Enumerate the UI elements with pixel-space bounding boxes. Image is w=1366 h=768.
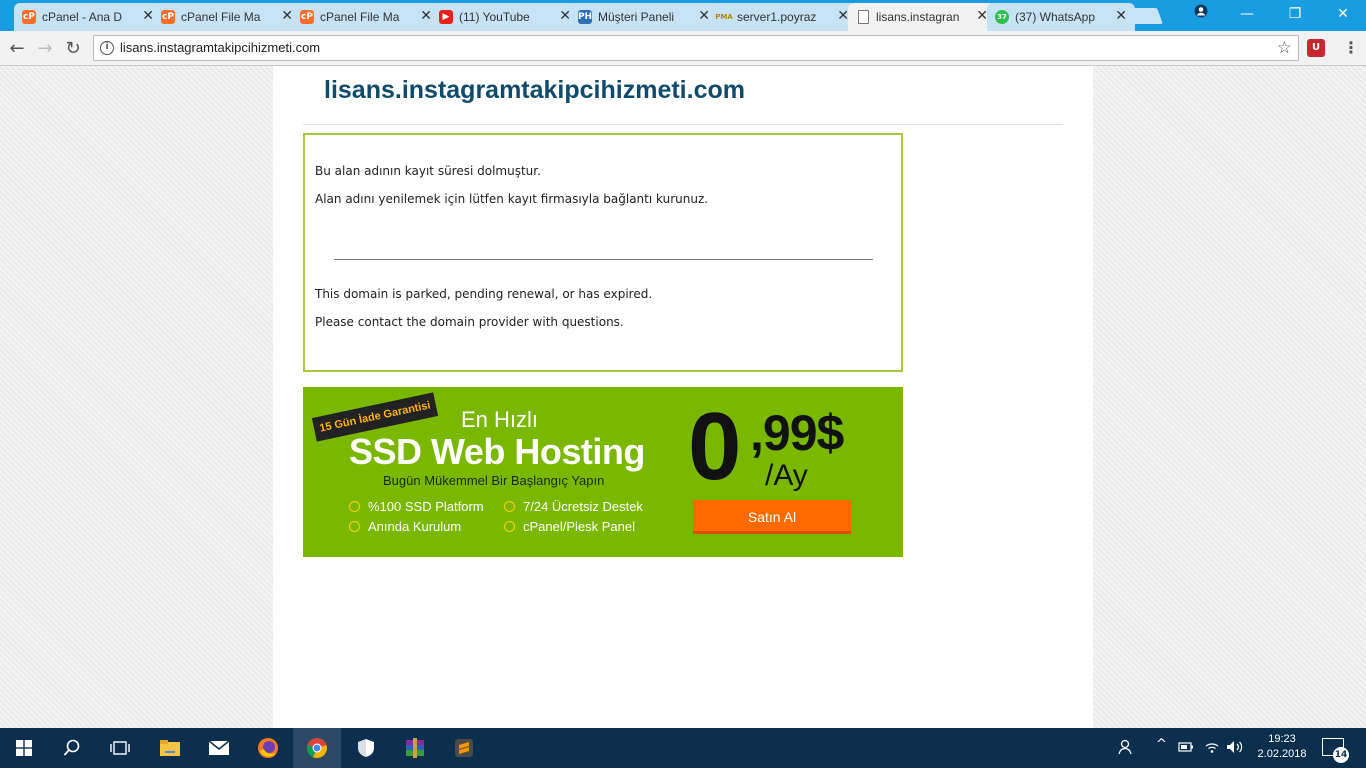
cpanel-icon: cP (22, 10, 36, 24)
check-circle-icon (349, 521, 360, 532)
back-icon[interactable]: ← (6, 38, 28, 60)
tab-phpmyadmin[interactable]: PMA server1.poyraz ✕ (709, 3, 857, 31)
feature-label: %100 SSD Platform (368, 499, 484, 514)
show-hidden-icons-icon[interactable]: ^ (1156, 737, 1167, 752)
clock-time: 19:23 (1268, 733, 1296, 745)
page-content: lisans.instagramtakipcihizmeti.com Bu al… (273, 66, 1093, 728)
browser-toolbar: ← → ↻ i lisans.instagramtakipcihizmeti.c… (0, 31, 1366, 66)
tab-lisans-instagram[interactable]: lisans.instagran ✕ (848, 3, 996, 31)
address-text[interactable]: lisans.instagramtakipcihizmeti.com (120, 40, 320, 55)
phpmyadmin-icon: PMA (715, 13, 733, 21)
address-bar[interactable]: i lisans.instagramtakipcihizmeti.com ☆ (93, 35, 1299, 61)
banner-subline: Bugün Mükemmel Bir Başlangıç Yapın (383, 473, 605, 488)
whatsapp-icon: 37 (995, 10, 1009, 24)
check-circle-icon (504, 521, 515, 532)
tab-title: (11) YouTube (459, 10, 530, 24)
chrome-icon[interactable] (293, 728, 341, 768)
site-info-icon[interactable]: i (100, 41, 114, 55)
windows-taskbar: ^ 19:23 2.02.2018 14 (0, 728, 1366, 768)
tab-title: cPanel - Ana D (42, 10, 123, 24)
forward-icon[interactable]: → (34, 38, 56, 60)
wifi-icon[interactable] (1204, 740, 1220, 758)
bookmark-star-icon[interactable]: ☆ (1277, 38, 1292, 58)
windows-start-icon[interactable] (0, 728, 48, 768)
minimize-icon[interactable]: — (1232, 4, 1262, 24)
restore-icon[interactable]: ❐ (1280, 4, 1310, 24)
winrar-icon[interactable] (391, 728, 439, 768)
sublime-text-icon[interactable] (440, 728, 488, 768)
people-icon[interactable] (1118, 738, 1136, 760)
windows-defender-icon[interactable] (342, 728, 390, 768)
profile-icon[interactable] (1186, 4, 1216, 24)
tab-title: server1.poyraz (737, 10, 817, 24)
notice-en-line1: This domain is parked, pending renewal, … (315, 287, 653, 301)
document-icon (858, 10, 869, 24)
price-cents: ,99$ (750, 405, 844, 461)
cpanel-icon: cP (300, 10, 314, 24)
search-icon[interactable] (48, 728, 96, 768)
reload-icon[interactable]: ↻ (62, 38, 84, 60)
menu-icon[interactable]: ⋮ (1343, 39, 1359, 57)
youtube-icon: ▶ (439, 10, 453, 24)
notice-tr-line1: Bu alan adının kayıt süresi dolmuştur. (315, 164, 541, 178)
battery-icon[interactable] (1178, 741, 1194, 757)
check-circle-icon (504, 501, 515, 512)
tab-title: Müşteri Paneli (598, 10, 675, 24)
tab-cpanel-file-manager-2[interactable]: cP cPanel File Ma ✕ (292, 3, 440, 31)
close-window-icon[interactable]: ✕ (1328, 4, 1358, 24)
task-view-icon[interactable] (96, 728, 144, 768)
tab-youtube[interactable]: ▶ (11) YouTube ✕ (431, 3, 579, 31)
buy-button[interactable]: Satın Al (693, 500, 851, 534)
price-whole: 0 (688, 393, 741, 500)
volume-icon[interactable] (1226, 740, 1244, 758)
clock-date: 2.02.2018 (1257, 748, 1307, 760)
ph-icon: PH (577, 10, 593, 24)
tab-cpanel-home[interactable]: cP cPanel - Ana D ✕ (14, 3, 162, 31)
page-viewport: lisans.instagramtakipcihizmeti.com Bu al… (0, 66, 1366, 728)
tab-title: lisans.instagran (876, 10, 960, 24)
tab-title: cPanel File Ma (320, 10, 400, 24)
tab-title: cPanel File Ma (181, 10, 261, 24)
price-period: /Ay (765, 459, 808, 492)
tab-musteri-paneli[interactable]: PH Müşteri Paneli ✕ (570, 3, 718, 31)
mail-icon[interactable] (195, 728, 243, 768)
notification-count-badge: 14 (1333, 747, 1349, 763)
system-clock[interactable]: 19:23 2.02.2018 (1254, 732, 1310, 762)
feature-label: Anında Kurulum (368, 519, 462, 534)
feature-item: 7/24 Ücretsiz Destek (504, 499, 643, 514)
new-tab-button[interactable] (1125, 8, 1163, 24)
feature-label: cPanel/Plesk Panel (523, 519, 636, 534)
check-circle-icon (349, 501, 360, 512)
expired-notice-box: Bu alan adının kayıt süresi dolmuştur. A… (303, 133, 903, 372)
tab-title: (37) WhatsApp (1015, 10, 1096, 24)
feature-item: %100 SSD Platform (349, 499, 484, 514)
tab-cpanel-file-manager-1[interactable]: cP cPanel File Ma ✕ (153, 3, 301, 31)
tab-strip: cP cPanel - Ana D ✕ cP cPanel File Ma ✕ … (0, 0, 1366, 31)
extension-shield-icon[interactable]: U (1307, 39, 1325, 57)
notice-en-line2: Please contact the domain provider with … (315, 315, 624, 329)
cpanel-icon: cP (161, 10, 175, 24)
tab-whatsapp[interactable]: 37 (37) WhatsApp ✕ (987, 3, 1135, 31)
feature-label: 7/24 Ücretsiz Destek (523, 499, 643, 514)
banner-headline: SSD Web Hosting (349, 431, 645, 472)
divider (303, 124, 1063, 125)
hosting-ad-banner[interactable]: 15 Gün İade Garantisi En Hızlı SSD Web H… (303, 387, 903, 557)
banner-tagline: En Hızlı (461, 407, 539, 432)
file-explorer-icon[interactable] (146, 728, 194, 768)
feature-item: Anında Kurulum (349, 519, 461, 534)
feature-item: cPanel/Plesk Panel (504, 519, 635, 534)
firefox-icon[interactable] (244, 728, 292, 768)
notice-tr-line2: Alan adını yenilemek için lütfen kayıt f… (315, 192, 709, 206)
notice-separator (334, 259, 873, 260)
domain-heading: lisans.instagramtakipcihizmeti.com (324, 76, 745, 104)
